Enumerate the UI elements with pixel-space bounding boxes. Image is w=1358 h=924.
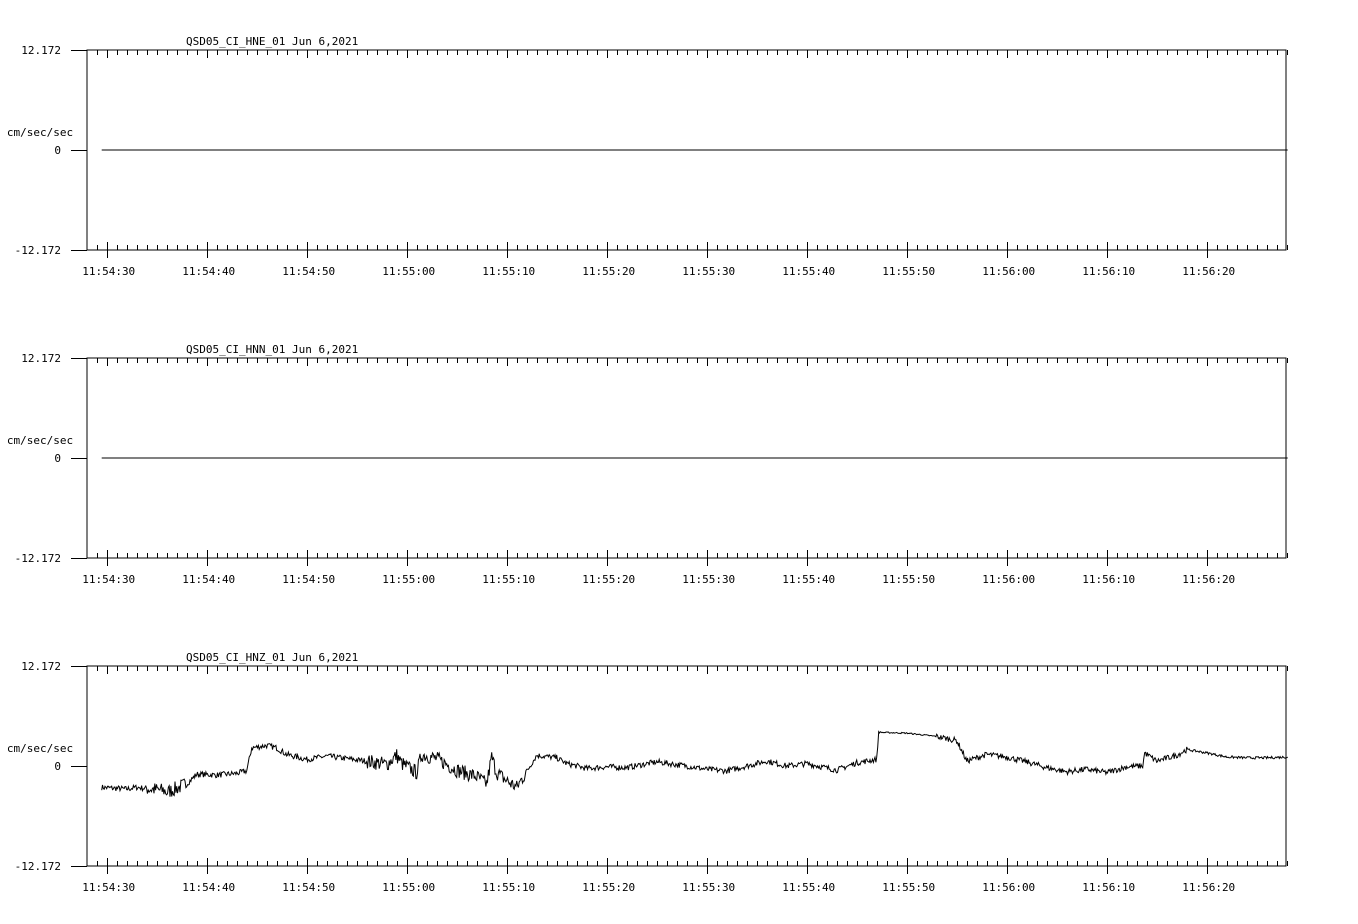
x-tick-label: 11:56:00 [982,881,1035,894]
x-tick-label: 11:55:50 [882,881,935,894]
x-tick-label: 11:55:00 [382,881,435,894]
x-tick-label: 11:55:20 [582,881,635,894]
x-tick-label: 11:54:50 [282,265,335,278]
x-tick-label: 11:55:30 [682,573,735,586]
x-tick-label: 11:55:50 [882,265,935,278]
x-tick-label: 11:56:20 [1182,265,1235,278]
y-tick-label: 0 [54,144,61,157]
x-tick-label: 11:54:50 [282,881,335,894]
x-tick-label: 11:54:40 [182,573,235,586]
y-tick-label: 12.172 [21,660,61,673]
x-tick-label: 11:54:40 [182,265,235,278]
x-tick-label: 11:56:00 [982,265,1035,278]
x-tick-label: 11:55:10 [482,573,535,586]
x-tick-label: 11:56:10 [1082,573,1135,586]
panel-3: QSD05_CI_HNZ_01 Jun 6,2021 12.172 0 -12.172… [7,651,1288,894]
x-tick-label: 11:56:00 [982,573,1035,586]
x-tick-label: 11:55:40 [782,881,835,894]
x-tick-label: 11:55:10 [482,265,535,278]
y-axis-label: cm/sec/sec [7,434,73,447]
x-tick-label: 11:55:40 [782,573,835,586]
x-tick-label: 11:56:10 [1082,881,1135,894]
x-tick-label: 11:55:00 [382,265,435,278]
x-tick-label: 11:55:10 [482,881,535,894]
x-tick-label: 11:55:20 [582,265,635,278]
y-tick-label: 0 [54,452,61,465]
x-tick-label: 11:56:10 [1082,265,1135,278]
panel-1: QSD05_CI_HNE_01 Jun 6,2021 12.172 0 -12.172… [7,35,1288,278]
panel-title: QSD05_CI_HNE_01 Jun 6,2021 [186,35,358,48]
x-tick-label: 11:55:50 [882,573,935,586]
y-tick-label: 12.172 [21,44,61,57]
x-tick-label: 11:54:40 [182,881,235,894]
series-trace [101,730,1288,797]
x-tick-label: 11:54:50 [282,573,335,586]
x-tick-label: 11:55:20 [582,573,635,586]
panel-title: QSD05_CI_HNN_01 Jun 6,2021 [186,343,358,356]
y-tick-label: -12.172 [15,552,61,565]
y-tick-label: -12.172 [15,244,61,257]
x-tick-label: 11:56:20 [1182,881,1235,894]
y-tick-label: 0 [54,760,61,773]
y-axis-label: cm/sec/sec [7,742,73,755]
x-tick-label: 11:54:30 [82,881,135,894]
y-axis-label: cm/sec/sec [7,126,73,139]
x-tick-label: 11:55:30 [682,881,735,894]
panel-2: QSD05_CI_HNN_01 Jun 6,2021 12.172 0 -12.172… [7,343,1288,586]
x-tick-label: 11:55:00 [382,573,435,586]
panel-title: QSD05_CI_HNZ_01 Jun 6,2021 [186,651,358,664]
y-tick-label: 12.172 [21,352,61,365]
seismogram-figure: QSD05_CI_HNE_01 Jun 6,2021 12.172 0 -12.172… [7,35,1288,894]
x-tick-label: 11:55:40 [782,265,835,278]
x-tick-label: 11:54:30 [82,265,135,278]
x-tick-label: 11:54:30 [82,573,135,586]
x-tick-label: 11:56:20 [1182,573,1235,586]
x-tick-label: 11:55:30 [682,265,735,278]
y-tick-label: -12.172 [15,860,61,873]
